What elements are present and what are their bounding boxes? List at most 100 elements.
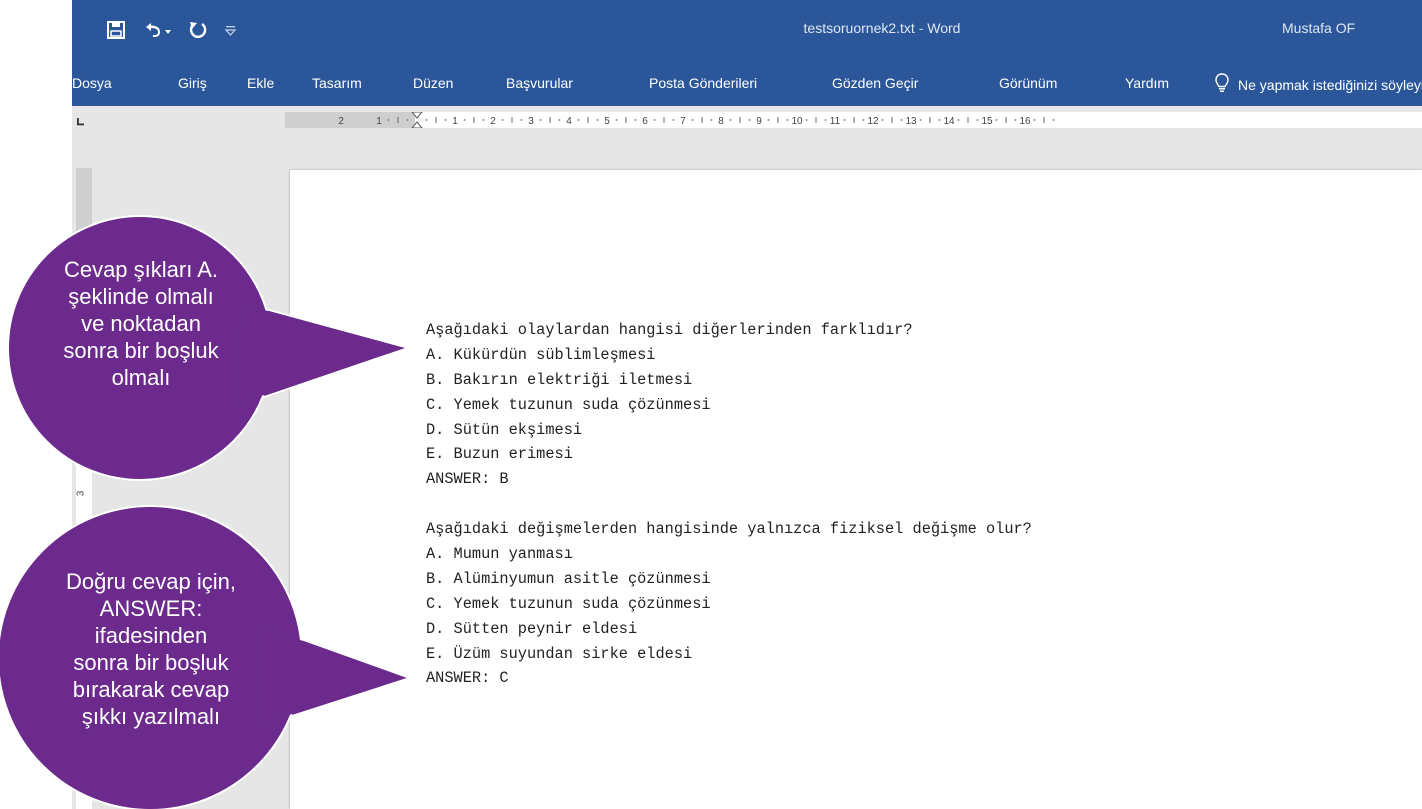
horizontal-ruler[interactable]: 2 1 1 2 3 4 5 6 7 8 9 10 11 12 13 14 15 16 [285,112,1422,128]
ruler-label: 3 [528,116,534,127]
ruler-dot [748,119,751,121]
document-name: testsoruornek2.txt [803,20,915,36]
tab-tasarim[interactable]: Tasarım [312,75,362,91]
document-line[interactable]: E. Üzüm suyundan sirke eldesi [426,642,1032,667]
indent-marker-icon[interactable] [411,112,423,128]
callout-line: Doğru cevap için, [66,569,236,594]
ruler-label: 2 [490,116,496,127]
ruler-scale: 2 1 1 2 3 4 5 6 7 8 9 10 11 12 13 14 15 16 [338,112,1055,128]
ruler-dot [634,119,637,121]
tab-gozden-gecir[interactable]: Gözden Geçir [832,75,918,91]
tab-giris[interactable]: Giriş [178,75,207,91]
document-body[interactable]: Aşağıdaki olaylardan hangisi diğerlerind… [426,318,1032,691]
document-line[interactable]: E. Buzun erimesi [426,442,1032,467]
vertical-ruler-top-margin [76,168,92,256]
callout-line: olmalı [111,365,171,390]
ruler-row: 2 1 1 2 3 4 5 6 7 8 9 10 11 12 13 14 15 16 [72,106,1422,136]
tab-selector-icon[interactable] [75,114,87,126]
document-line[interactable]: Aşağıdaki olaylardan hangisi diğerlerind… [426,318,1032,343]
ruler-label: 2 [338,116,344,127]
ruler-label: 8 [718,116,724,127]
ruler-dot [710,119,713,121]
ruler-dot [425,119,428,121]
document-line[interactable]: B. Bakırın elektriği iletmesi [426,368,1032,393]
customize-qat-icon[interactable] [224,16,238,44]
ruler-label: 9 [756,116,762,127]
ruler-dot [938,119,941,121]
document-line[interactable]: C. Yemek tuzunun suda çözünmesi [426,393,1032,418]
undo-icon[interactable] [142,16,172,44]
save-icon[interactable] [106,16,126,44]
callout-line: sonra bir boşluk [73,650,229,675]
tab-basvurular[interactable]: Başvurular [506,75,573,91]
ruler-dot [520,119,523,121]
ruler-dot [843,119,846,121]
tab-posta-gonderileri[interactable]: Posta Gönderileri [649,75,757,91]
callout-line: ifadesinden [94,623,208,648]
ruler-dot [995,119,998,121]
ruler-label: 15 [981,116,993,127]
title-bar: testsoruornek2.txt - Word Mustafa OF [72,0,1422,62]
document-line[interactable]: A. Kükürdün süblimleşmesi [426,343,1032,368]
ribbon-tabs: Dosya Giriş Ekle Tasarım Düzen Başvurula… [72,62,1422,106]
ruler-label: 1 [452,116,458,127]
document-title: testsoruornek2.txt - Word [632,20,1132,36]
tab-duzen[interactable]: Düzen [413,75,453,91]
ruler-dot [919,119,922,121]
tab-ekle[interactable]: Ekle [247,75,274,91]
ruler-dot [672,119,675,121]
document-page[interactable]: Aşağıdaki olaylardan hangisi diğerlerind… [290,170,1422,809]
vertical-ruler-label: 3 [75,490,87,497]
ruler-label: 12 [867,116,879,127]
ruler-dot [653,119,656,121]
redo-icon[interactable] [188,16,208,44]
tab-yardim[interactable]: Yardım [1125,75,1169,91]
ruler-dot [786,119,789,121]
tell-me-text: Ne yapmak istediğinizi söyleyin [1238,76,1422,93]
ruler-dot [501,119,504,121]
ruler-label: 10 [791,116,803,127]
ruler-label: 14 [943,116,955,127]
document-line[interactable]: B. Alüminyumun asitle çözünmesi [426,567,1032,592]
callout-line: ve noktadan [81,311,201,336]
ruler-label: 13 [905,116,917,127]
blank-line[interactable] [426,492,1032,517]
ruler-dot [691,119,694,121]
tab-dosya[interactable]: Dosya [72,75,112,91]
ruler-dot [1014,119,1017,121]
callout-line: Cevap şıkları A. [63,257,219,282]
ruler-label: 11 [830,116,841,127]
document-line[interactable]: ANSWER: B [426,467,1032,492]
document-line[interactable]: ANSWER: C [426,666,1032,691]
ruler-dot [615,119,618,121]
document-line[interactable]: C. Yemek tuzunun suda çözünmesi [426,592,1032,617]
ruler-dot [900,119,903,121]
ruler-dot [824,119,827,121]
ruler-dot [539,119,542,121]
document-line[interactable]: D. Sütten peynir eldesi [426,617,1032,642]
user-name[interactable]: Mustafa OF [1282,20,1355,36]
document-line[interactable]: D. Sütün ekşimesi [426,418,1032,443]
ruler-label: 1 [376,116,382,127]
quick-access-toolbar [106,16,238,44]
callout-line: bırakarak cevap [72,677,230,702]
ruler-label: 6 [642,116,648,127]
callout-line: şıkkı yazılmalı [81,704,221,729]
document-line[interactable]: A. Mumun yanması [426,542,1032,567]
ruler-dot [957,119,960,121]
lightbulb-icon [1214,72,1230,97]
ruler-dot [1033,119,1036,121]
callout-2-text: Doğru cevap için, ANSWER: ifadesinden so… [26,568,276,730]
app-name: Word [927,20,961,36]
document-line[interactable]: Aşağıdaki değişmelerden hangisinde yalnı… [426,517,1032,542]
ruler-dot [862,119,865,121]
ruler-dot [729,119,732,121]
tab-gorunum[interactable]: Görünüm [999,75,1057,91]
ruler-dot [596,119,599,121]
ruler-dot [767,119,770,121]
callout-1-text: Cevap şıkları A. şeklinde olmalı ve nokt… [36,256,246,391]
ruler-dot [387,119,390,121]
ruler-dot [482,119,485,121]
tell-me-box[interactable]: Ne yapmak istediğinizi söyleyin [1214,72,1422,97]
callout-line: ANSWER: [99,596,203,621]
